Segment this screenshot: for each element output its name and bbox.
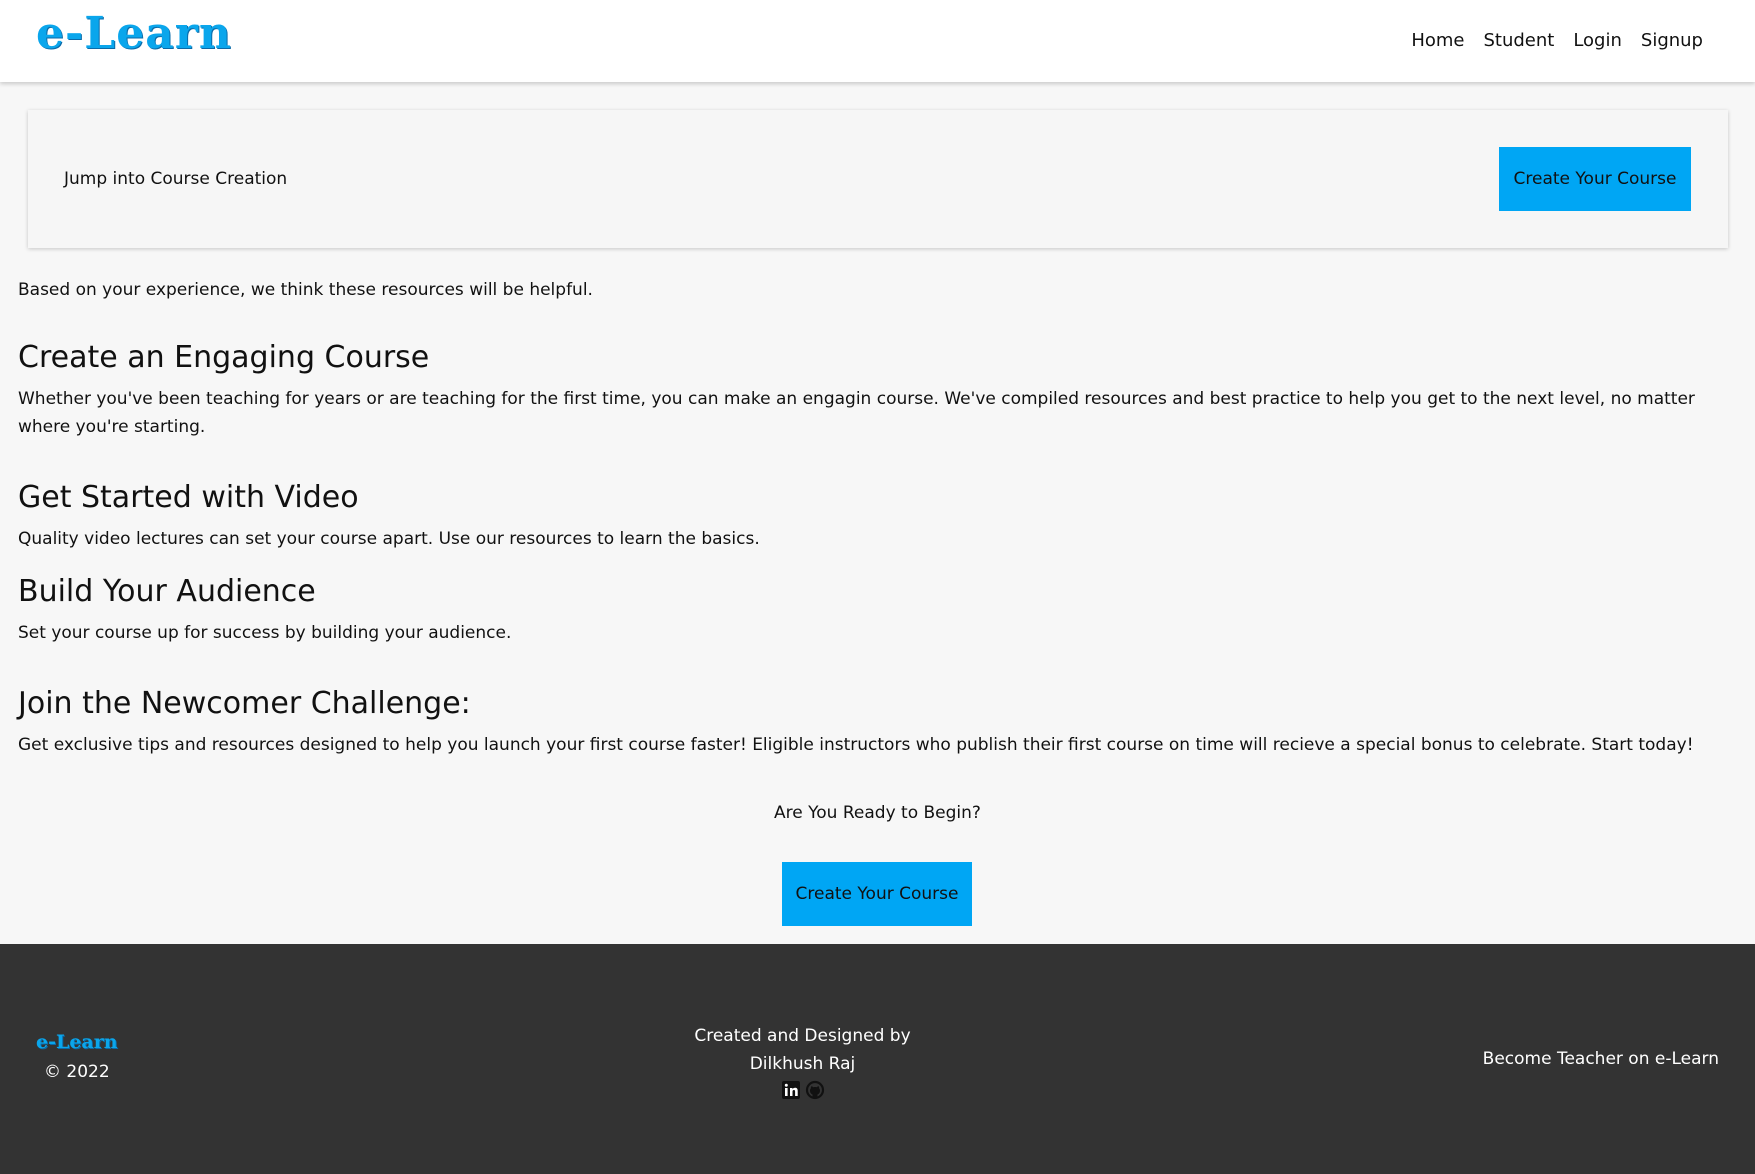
section-body: Set your course up for success by buildi… bbox=[18, 623, 512, 643]
top-navbar: e-Learn Home Student Login Signup bbox=[0, 0, 1755, 82]
nav-signup-link[interactable]: Signup bbox=[1641, 30, 1703, 51]
section-body: Whether you've been teaching for years o… bbox=[18, 389, 1695, 437]
banner-text: Jump into Course Creation bbox=[64, 169, 288, 189]
become-teacher-link[interactable]: Become Teacher on e-Learn bbox=[1483, 1049, 1719, 1069]
section-title: Create an Engaging Course bbox=[18, 340, 430, 375]
section-newcomer-challenge: Join the Newcomer Challenge: Get exclusi… bbox=[18, 686, 1718, 759]
footer-logo: e-Learn bbox=[36, 1031, 118, 1053]
section-engaging-course: Create an Engaging Course Whether you've… bbox=[18, 340, 1718, 441]
linkedin-icon[interactable] bbox=[781, 1080, 801, 1100]
credit-line: Created and Designed by bbox=[694, 1026, 911, 1046]
section-video: Get Started with Video Quality video lec… bbox=[18, 480, 1718, 553]
course-creation-banner: Jump into Course Creation Create Your Co… bbox=[28, 110, 1728, 248]
social-links bbox=[781, 1080, 825, 1100]
section-title: Get Started with Video bbox=[18, 480, 359, 515]
nav-student-link[interactable]: Student bbox=[1483, 30, 1554, 51]
section-audience: Build Your Audience Set your course up f… bbox=[18, 574, 1718, 647]
section-body: Quality video lectures can set your cour… bbox=[18, 529, 760, 549]
site-logo[interactable]: e-Learn bbox=[36, 8, 232, 59]
intro-text: Based on your experience, we think these… bbox=[18, 280, 593, 300]
nav-login-link[interactable]: Login bbox=[1573, 30, 1622, 51]
github-icon[interactable] bbox=[805, 1080, 825, 1100]
main-nav: Home Student Login Signup bbox=[1411, 30, 1703, 51]
ready-question: Are You Ready to Begin? bbox=[774, 803, 981, 823]
create-course-button-bottom[interactable]: Create Your Course bbox=[782, 862, 972, 926]
footer-copyright: © 2022 bbox=[44, 1062, 110, 1082]
page-footer: e-Learn © 2022 Created and Designed by D… bbox=[0, 944, 1755, 1174]
section-body: Get exclusive tips and resources designe… bbox=[18, 735, 1694, 755]
section-title: Build Your Audience bbox=[18, 574, 316, 609]
nav-home-link[interactable]: Home bbox=[1411, 30, 1464, 51]
author-name: Dilkhush Raj bbox=[749, 1054, 856, 1074]
section-title: Join the Newcomer Challenge: bbox=[18, 686, 471, 721]
footer-credit: Created and Designed by Dilkhush Raj bbox=[640, 1022, 965, 1078]
create-course-button-top[interactable]: Create Your Course bbox=[1499, 147, 1691, 211]
